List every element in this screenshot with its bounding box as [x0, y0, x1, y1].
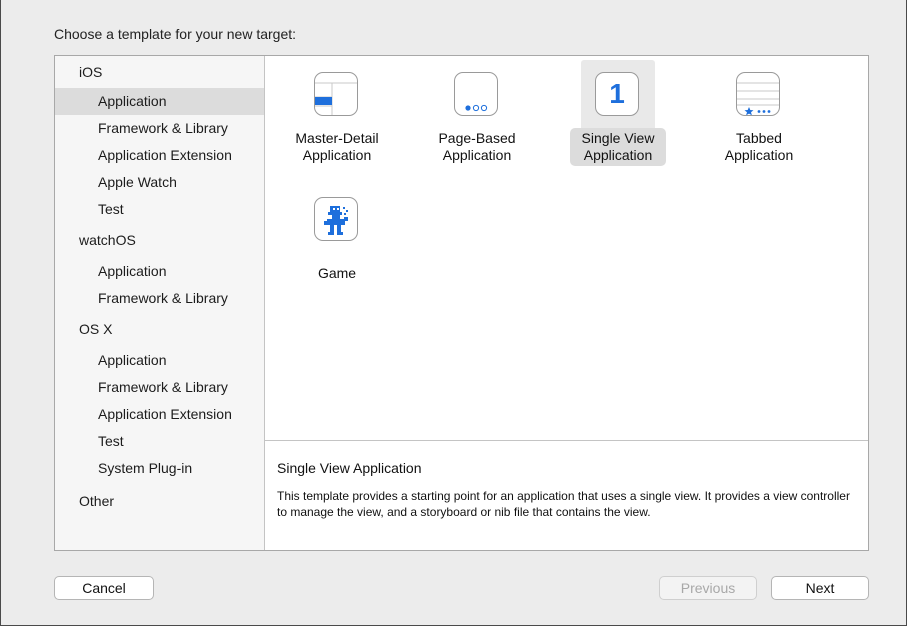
platform-sidebar: iOS Application Framework & Library Appl…	[55, 56, 265, 550]
template-chooser-panel: iOS Application Framework & Library Appl…	[54, 55, 869, 551]
template-label-line1: Game	[317, 265, 357, 281]
single-view-icon: 1	[595, 72, 641, 118]
sidebar-item-ios-application-extension[interactable]: Application Extension	[55, 142, 264, 169]
template-master-detail[interactable]: Master-Detail Application	[277, 72, 397, 166]
template-label-line2: Application	[442, 147, 512, 163]
template-tabbed[interactable]: Tabbed Application	[699, 72, 819, 166]
template-label-line1: Page-Based	[438, 130, 516, 146]
sidebar-item-ios-framework-library[interactable]: Framework & Library	[55, 115, 264, 142]
single-view-icon-number: 1	[609, 78, 625, 109]
template-label-line2: Application	[302, 147, 372, 163]
template-game[interactable]: Game	[277, 197, 397, 284]
page-based-icon	[454, 72, 500, 118]
template-label-line2: Application	[583, 147, 653, 163]
description-title: Single View Application	[277, 460, 422, 476]
sidebar-group-ios[interactable]: iOS	[79, 64, 102, 80]
sidebar-item-watchos-application[interactable]: Application	[55, 258, 264, 285]
template-label-line1: Single View	[581, 130, 655, 146]
new-target-dialog: Choose a template for your new target: i…	[0, 0, 907, 626]
dialog-title: Choose a template for your new target:	[54, 26, 297, 42]
tabbed-icon	[736, 72, 782, 118]
template-description: Single View Application This template pr…	[265, 440, 868, 550]
template-label-line1: Tabbed	[736, 130, 782, 146]
cancel-button[interactable]: Cancel	[54, 576, 154, 600]
sidebar-group-osx[interactable]: OS X	[79, 321, 112, 337]
description-body: This template provides a starting point …	[277, 489, 850, 519]
previous-button[interactable]: Previous	[659, 576, 757, 600]
master-detail-icon	[314, 72, 360, 118]
template-grid: Master-Detail Application Page-Based Appli…	[265, 56, 868, 439]
sidebar-item-osx-application-extension[interactable]: Application Extension	[55, 401, 264, 428]
game-icon	[314, 197, 360, 243]
sidebar-item-ios-apple-watch[interactable]: Apple Watch	[55, 169, 264, 196]
sidebar-item-osx-framework-library[interactable]: Framework & Library	[55, 374, 264, 401]
next-button[interactable]: Next	[771, 576, 869, 600]
template-single-view[interactable]: 1 Single View Application	[558, 72, 678, 166]
sidebar-item-ios-test[interactable]: Test	[55, 196, 264, 223]
sidebar-group-watchos[interactable]: watchOS	[79, 232, 136, 248]
sidebar-item-osx-system-plugin[interactable]: System Plug-in	[55, 455, 264, 482]
template-label-line1: Master-Detail	[295, 130, 379, 146]
sidebar-group-other[interactable]: Other	[79, 493, 114, 509]
template-label-line2: Application	[724, 147, 794, 163]
sidebar-item-watchos-framework-library[interactable]: Framework & Library	[55, 285, 264, 312]
sidebar-item-osx-application[interactable]: Application	[55, 347, 264, 374]
template-page-based[interactable]: Page-Based Application	[417, 72, 537, 166]
sidebar-item-ios-application[interactable]: Application	[55, 88, 264, 115]
sidebar-item-osx-test[interactable]: Test	[55, 428, 264, 455]
